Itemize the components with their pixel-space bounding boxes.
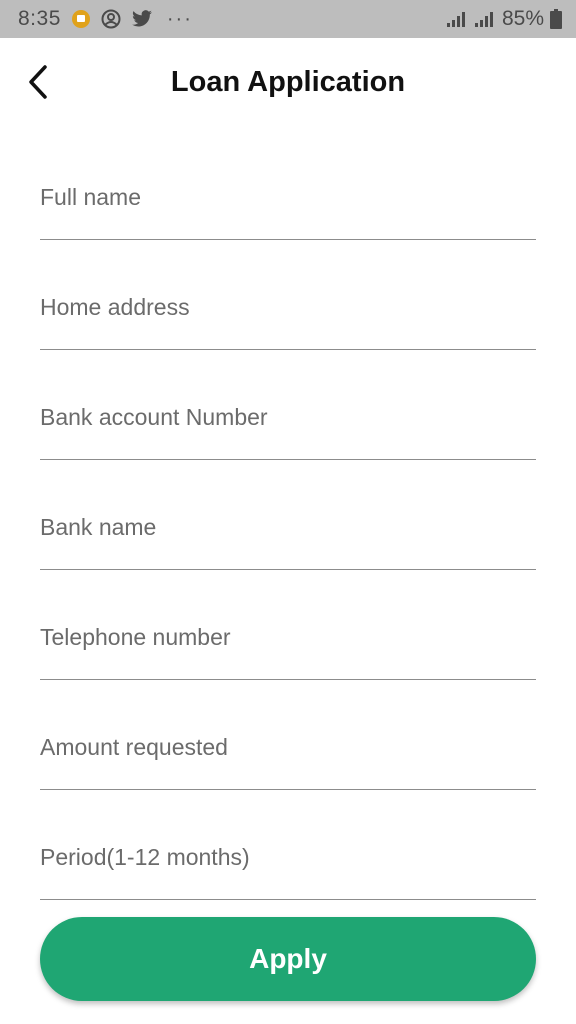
- twitter-bird-icon: [131, 10, 153, 28]
- telephone-number-field-container: [40, 570, 536, 680]
- status-bar-right: 85%: [446, 7, 562, 31]
- bank-name-input[interactable]: [40, 500, 536, 570]
- status-bar-left: 8:35 ···: [18, 7, 193, 31]
- account-circle-icon: [101, 9, 121, 29]
- more-notifications-indicator: ···: [166, 7, 193, 30]
- period-input[interactable]: [40, 830, 536, 900]
- status-bar: 8:35 ··· 85%: [0, 0, 576, 38]
- battery-icon: [550, 9, 562, 29]
- loan-application-form: [40, 130, 536, 900]
- bank-account-number-input[interactable]: [40, 390, 536, 460]
- signal-strength-icon: [446, 10, 468, 28]
- battery-percent: 85%: [501, 7, 544, 30]
- signal-strength-icon-2: [474, 10, 496, 28]
- full-name-field-container: [40, 130, 536, 240]
- telephone-number-input[interactable]: [40, 610, 536, 680]
- home-address-field-container: [40, 240, 536, 350]
- apply-button[interactable]: Apply: [40, 917, 536, 1001]
- app-bar: Loan Application: [0, 38, 576, 130]
- home-address-input[interactable]: [40, 280, 536, 350]
- bank-account-number-field-container: [40, 350, 536, 460]
- status-time: 8:35: [18, 7, 61, 30]
- amount-requested-field-container: [40, 680, 536, 790]
- page-title: Loan Application: [170, 66, 406, 98]
- bank-name-field-container: [40, 460, 536, 570]
- period-field-container: [40, 790, 536, 900]
- amount-requested-input[interactable]: [40, 720, 536, 790]
- full-name-input[interactable]: [40, 170, 536, 240]
- notification-badge-icon: [71, 9, 91, 29]
